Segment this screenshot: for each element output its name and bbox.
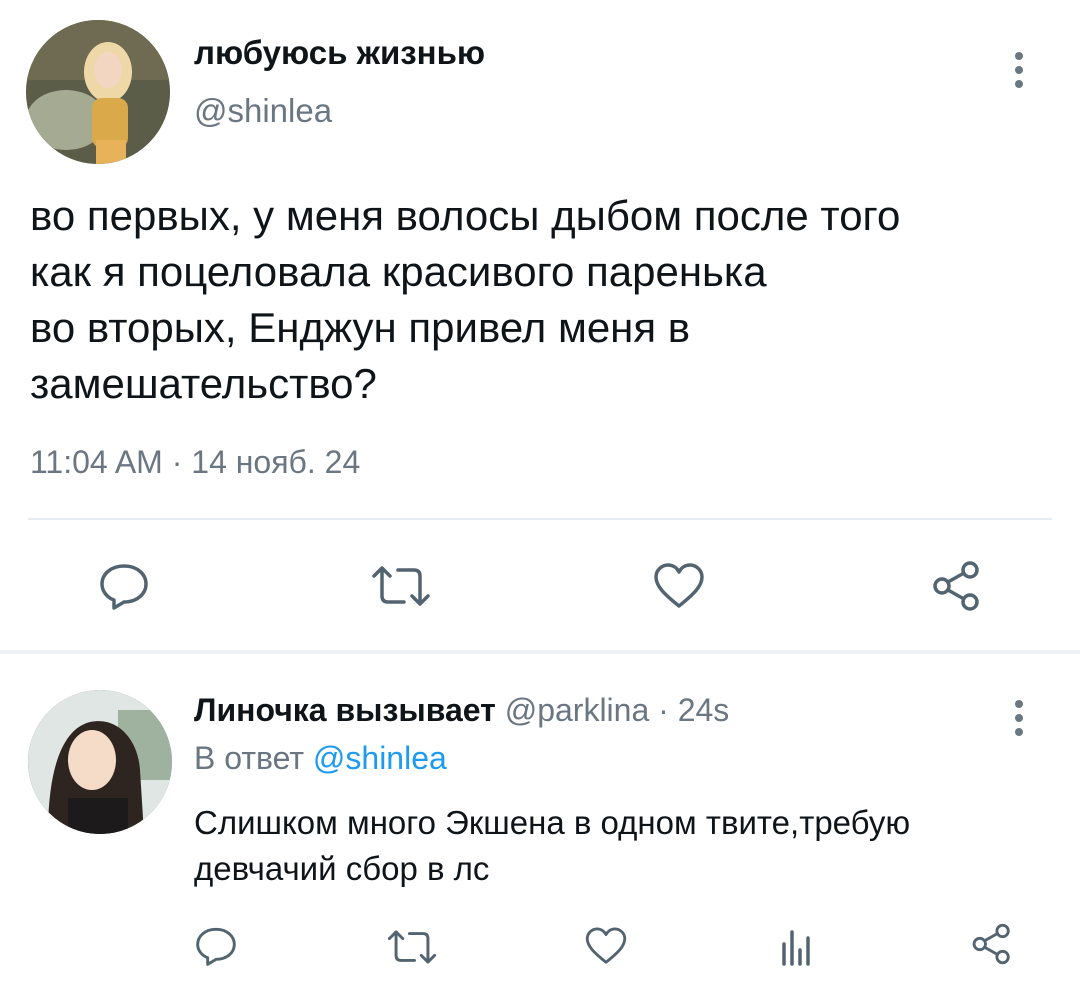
author-handle[interactable]: @shinlea — [194, 92, 332, 130]
reply-icon — [196, 927, 236, 966]
reply-author-name[interactable]: Линочка вызывает — [194, 692, 496, 728]
divider — [28, 518, 1052, 520]
share-icon — [933, 561, 979, 611]
reply-to-prefix: В ответ — [194, 740, 305, 776]
tweet-timestamp[interactable]: 11:04 AM · 14 нояб. 24 — [30, 444, 360, 481]
share-icon — [972, 923, 1010, 965]
like-icon — [654, 563, 704, 608]
reply-button[interactable] — [98, 562, 150, 610]
share-button[interactable] — [970, 922, 1014, 966]
reply-button[interactable] — [194, 926, 238, 966]
reply-text-line: Слишком много Экшена в одном твите,требу… — [194, 804, 911, 841]
tweet-text-line: во первых, у меня волосы дыбом после тог… — [30, 192, 901, 239]
reply-author-handle[interactable]: @parklina — [505, 692, 650, 728]
reply-header: Линочка вызывает @parklina · 24s — [194, 692, 729, 729]
avatar[interactable] — [26, 20, 170, 164]
more-options-icon[interactable] — [1004, 694, 1036, 742]
retweet-icon — [387, 930, 437, 964]
reply-icon — [100, 564, 148, 610]
share-button[interactable] — [930, 560, 984, 612]
tweet-text-line: как я поцеловала красивого паренька — [30, 248, 767, 295]
like-button[interactable] — [584, 926, 628, 966]
like-icon — [585, 927, 627, 964]
retweet-button[interactable] — [370, 564, 432, 608]
retweet-button[interactable] — [386, 928, 438, 966]
reply-timestamp[interactable]: · 24s — [658, 692, 729, 728]
reply-text: Слишком много Экшена в одном твите,требу… — [194, 800, 1034, 892]
author-name[interactable]: любуюсь жизнью — [194, 34, 485, 72]
section-separator — [0, 650, 1080, 654]
stats-icon — [782, 930, 810, 966]
reply-to-line: В ответ @shinlea — [194, 740, 447, 777]
like-button[interactable] — [652, 562, 706, 610]
retweet-icon — [372, 566, 430, 606]
more-options-icon[interactable] — [1004, 46, 1036, 94]
avatar[interactable] — [28, 690, 172, 834]
stats-button[interactable] — [778, 924, 814, 966]
reply-to-handle-link[interactable]: @shinlea — [313, 740, 447, 776]
tweet-text-line: замешательство? — [30, 360, 377, 407]
tweet-text-line: во вторых, Енджун привел меня в — [30, 304, 691, 351]
tweet-text: во первых, у меня волосы дыбом после тог… — [30, 188, 1050, 412]
reply-text-line: девчачий сбор в лс — [194, 850, 490, 887]
